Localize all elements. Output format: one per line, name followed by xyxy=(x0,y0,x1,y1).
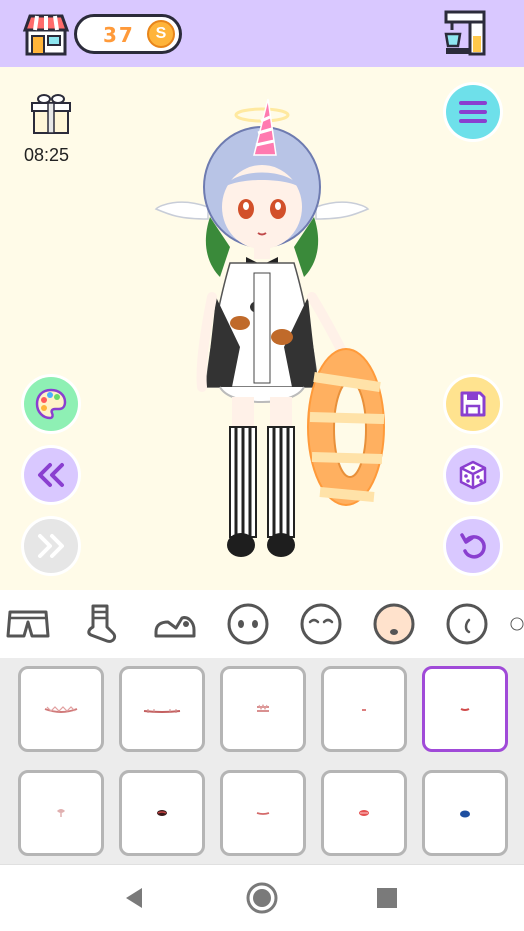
palette-button[interactable] xyxy=(24,377,78,431)
palette-icon xyxy=(35,388,67,420)
menu-button[interactable] xyxy=(446,85,500,139)
coin-icon: S xyxy=(147,20,175,48)
tab-shorts[interactable] xyxy=(4,600,52,648)
grid-item-5[interactable] xyxy=(422,666,508,752)
grid-item-9[interactable] xyxy=(321,770,407,856)
mouth-option-icon xyxy=(44,706,78,713)
app-screen: 37 S 08:25 xyxy=(0,0,524,931)
gift-icon xyxy=(31,94,71,134)
grid-item-4[interactable] xyxy=(321,666,407,752)
mouth-option-icon xyxy=(57,809,65,817)
category-tabs xyxy=(0,590,524,658)
grid-item-8[interactable] xyxy=(220,770,306,856)
gift-timer: 08:25 xyxy=(24,145,70,165)
face-eyes-icon xyxy=(227,603,269,645)
square-recents-icon xyxy=(377,888,397,908)
randomize-button[interactable] xyxy=(446,448,500,502)
grid-item-10[interactable] xyxy=(422,770,508,856)
coin-count: 37 xyxy=(103,23,135,47)
dice-icon xyxy=(459,460,487,490)
coffee-machine-icon xyxy=(444,10,486,56)
face-partial-icon xyxy=(510,617,524,631)
double-chevron-right-icon xyxy=(38,534,64,558)
hamburger-menu-icon xyxy=(459,101,487,123)
mouth-option-icon xyxy=(157,810,167,816)
floppy-disk-icon xyxy=(460,391,486,417)
shop-button[interactable] xyxy=(22,10,70,58)
tab-more[interactable] xyxy=(510,600,524,648)
grid-item-2[interactable] xyxy=(119,666,205,752)
top-bar: 37 S xyxy=(0,0,524,67)
face-mouth-icon xyxy=(373,603,415,645)
previous-button[interactable] xyxy=(24,448,78,502)
mouth-option-icon xyxy=(359,810,369,816)
shop-icon xyxy=(22,14,70,56)
mouth-option-icon xyxy=(256,812,270,815)
circle-home-icon xyxy=(246,882,278,914)
gift-button[interactable] xyxy=(30,91,72,135)
mouth-option-icon xyxy=(257,703,269,712)
shorts-icon xyxy=(6,610,50,638)
mouth-option-icon xyxy=(460,708,470,711)
tab-ear[interactable] xyxy=(443,600,491,648)
face-closed-eyes-icon xyxy=(300,603,342,645)
next-button[interactable] xyxy=(24,519,78,573)
coin-balance: 37 S xyxy=(74,14,182,54)
save-button[interactable] xyxy=(446,377,500,431)
nav-back-button[interactable] xyxy=(118,881,152,915)
grid-item-3[interactable] xyxy=(220,666,306,752)
coffee-machine-button[interactable] xyxy=(440,8,492,58)
item-grid xyxy=(0,658,524,864)
triangle-back-icon xyxy=(126,888,142,908)
system-navigation-bar xyxy=(0,864,524,931)
nav-recents-button[interactable] xyxy=(370,881,404,915)
character-avatar xyxy=(154,98,385,557)
double-chevron-left-icon xyxy=(38,463,64,487)
undo-icon xyxy=(460,533,486,559)
mouth-option-icon xyxy=(460,810,470,818)
shoe-icon xyxy=(154,616,196,638)
face-ear-icon xyxy=(446,603,488,645)
tab-eyebrows[interactable] xyxy=(297,600,345,648)
mouth-option-icon xyxy=(362,709,366,711)
tab-shoes[interactable] xyxy=(151,600,199,648)
mouth-option-icon xyxy=(143,709,181,713)
grid-item-1[interactable] xyxy=(18,666,104,752)
tab-socks[interactable] xyxy=(77,600,125,648)
grid-item-6[interactable] xyxy=(18,770,104,856)
dress-up-stage: 08:25 xyxy=(0,67,524,590)
nav-home-button[interactable] xyxy=(245,881,279,915)
reset-button[interactable] xyxy=(446,519,500,573)
grid-item-7[interactable] xyxy=(119,770,205,856)
tab-mouth[interactable] xyxy=(370,600,418,648)
sock-icon xyxy=(87,604,117,643)
tab-eyes[interactable] xyxy=(224,600,272,648)
